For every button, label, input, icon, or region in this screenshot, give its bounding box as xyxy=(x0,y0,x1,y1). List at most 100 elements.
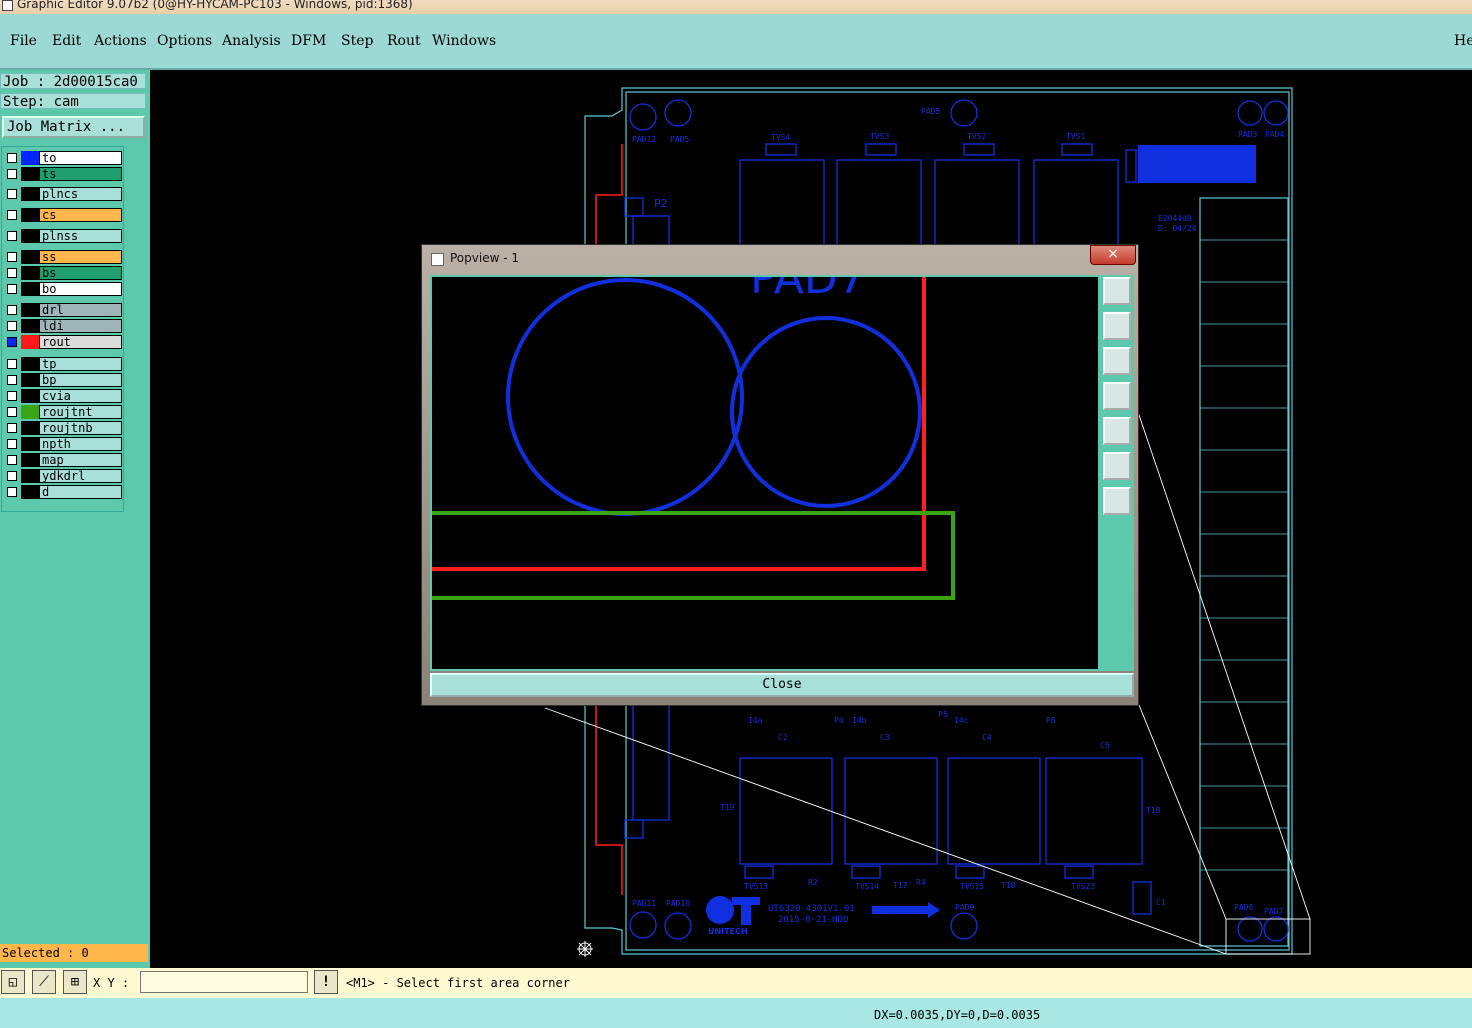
measure-icon[interactable]: ⟋ xyxy=(32,970,56,994)
layer-name[interactable]: plncs xyxy=(39,187,122,201)
layer-row-map[interactable]: map xyxy=(5,453,122,467)
layer-row-bo[interactable]: bo xyxy=(5,282,122,296)
layer-name[interactable]: roujtnt xyxy=(39,405,122,419)
layer-name[interactable]: map xyxy=(39,453,122,467)
zoom-window-button[interactable] xyxy=(1103,277,1131,305)
layer-row-ldi[interactable]: ldi xyxy=(5,319,122,333)
close-button[interactable]: Close xyxy=(430,673,1134,697)
layer-row-ydkdrl[interactable]: ydkdrl xyxy=(5,469,122,483)
layer-row-to[interactable]: to xyxy=(5,151,122,165)
layer-name[interactable]: npth xyxy=(39,437,122,451)
layer-row-cs[interactable]: cs xyxy=(5,208,122,222)
layer-color-swatch[interactable] xyxy=(21,469,39,483)
popview-canvas[interactable]: PAD7 xyxy=(430,275,1100,671)
menu-edit[interactable]: Edit xyxy=(52,33,81,49)
menu-analysis[interactable]: Analysis xyxy=(222,33,281,49)
layer-checkbox[interactable] xyxy=(7,252,17,262)
pan-right-button[interactable] xyxy=(1103,417,1131,445)
select-mode-icon[interactable]: ◱ xyxy=(1,970,25,994)
layer-row-bp[interactable]: bp xyxy=(5,373,122,387)
layer-name[interactable]: drl xyxy=(39,303,122,317)
pan-up-button[interactable] xyxy=(1103,312,1131,340)
layer-color-swatch[interactable] xyxy=(21,208,39,222)
layer-color-swatch[interactable] xyxy=(21,282,39,296)
layer-color-swatch[interactable] xyxy=(21,437,39,451)
layer-row-plncs[interactable]: plncs xyxy=(5,187,122,201)
layer-color-swatch[interactable] xyxy=(21,167,39,181)
layer-name[interactable]: d xyxy=(39,485,122,499)
layer-color-swatch[interactable] xyxy=(21,266,39,280)
layer-checkbox[interactable] xyxy=(7,359,17,369)
layer-checkbox[interactable] xyxy=(7,231,17,241)
close-x-button[interactable]: × xyxy=(1090,245,1136,265)
menu-step[interactable]: Step xyxy=(341,33,373,49)
layer-name[interactable]: tp xyxy=(39,357,122,371)
layer-row-npth[interactable]: npth xyxy=(5,437,122,451)
layer-color-swatch[interactable] xyxy=(21,373,39,387)
menu-file[interactable]: File xyxy=(10,33,37,49)
layer-checkbox[interactable] xyxy=(7,391,17,401)
layer-color-swatch[interactable] xyxy=(21,389,39,403)
layer-color-swatch[interactable] xyxy=(21,453,39,467)
layer-checkbox[interactable] xyxy=(7,284,17,294)
layer-checkbox[interactable] xyxy=(7,471,17,481)
layer-checkbox[interactable] xyxy=(7,337,17,347)
layer-checkbox[interactable] xyxy=(7,321,17,331)
layer-row-ss[interactable]: ss xyxy=(5,250,122,264)
layer-name[interactable]: rout xyxy=(39,335,122,349)
menu-rout[interactable]: Rout xyxy=(387,33,421,49)
layer-row-roujtnb[interactable]: roujtnb xyxy=(5,421,122,435)
layer-row-bs[interactable]: bs xyxy=(5,266,122,280)
layer-row-cvia[interactable]: cvia xyxy=(5,389,122,403)
layer-name[interactable]: ydkdrl xyxy=(39,469,122,483)
menu-windows[interactable]: Windows xyxy=(432,33,496,49)
layer-color-swatch[interactable] xyxy=(21,303,39,317)
job-matrix-button[interactable]: Job Matrix ... xyxy=(2,116,145,138)
layer-name[interactable]: bp xyxy=(39,373,122,387)
layer-checkbox[interactable] xyxy=(7,407,17,417)
layer-color-swatch[interactable] xyxy=(21,187,39,201)
layer-color-swatch[interactable] xyxy=(21,229,39,243)
layer-name[interactable]: bo xyxy=(39,282,122,296)
layer-checkbox[interactable] xyxy=(7,153,17,163)
layer-name[interactable]: plnss xyxy=(39,229,122,243)
menu-options[interactable]: Options xyxy=(157,33,212,49)
layer-row-d[interactable]: d xyxy=(5,485,122,499)
menu-actions[interactable]: Actions xyxy=(94,33,147,49)
menu-help[interactable]: He xyxy=(1454,33,1472,49)
layer-name[interactable]: cvia xyxy=(39,389,122,403)
layer-checkbox[interactable] xyxy=(7,439,17,449)
layer-color-swatch[interactable] xyxy=(21,405,39,419)
layer-name[interactable]: ss xyxy=(39,250,122,264)
pan-down-button[interactable] xyxy=(1103,347,1131,375)
layer-checkbox[interactable] xyxy=(7,423,17,433)
pan-left-button[interactable] xyxy=(1103,382,1131,410)
layer-row-roujtnt[interactable]: roujtnt xyxy=(5,405,122,419)
layer-name[interactable]: ldi xyxy=(39,319,122,333)
layer-row-plnss[interactable]: plnss xyxy=(5,229,122,243)
layer-color-swatch[interactable] xyxy=(21,421,39,435)
zoom-out-button[interactable] xyxy=(1103,452,1131,480)
layer-checkbox[interactable] xyxy=(7,169,17,179)
layer-checkbox[interactable] xyxy=(7,268,17,278)
grid-icon[interactable]: ⊞ xyxy=(63,970,87,994)
layer-color-swatch[interactable] xyxy=(21,357,39,371)
layer-row-drl[interactable]: drl xyxy=(5,303,122,317)
layer-checkbox[interactable] xyxy=(7,305,17,315)
layer-color-swatch[interactable] xyxy=(21,319,39,333)
layer-name[interactable]: ts xyxy=(39,167,122,181)
layer-checkbox[interactable] xyxy=(7,189,17,199)
layer-color-swatch[interactable] xyxy=(21,335,39,349)
layer-color-swatch[interactable] xyxy=(21,485,39,499)
layer-row-rout[interactable]: rout xyxy=(5,335,122,349)
xy-input[interactable] xyxy=(140,971,308,993)
zoom-in-button[interactable] xyxy=(1103,487,1131,515)
layer-color-swatch[interactable] xyxy=(21,250,39,264)
layer-row-ts[interactable]: ts xyxy=(5,167,122,181)
warning-button[interactable]: ! xyxy=(314,970,338,994)
layer-name[interactable]: bs xyxy=(39,266,122,280)
layer-checkbox[interactable] xyxy=(7,455,17,465)
layer-name[interactable]: cs xyxy=(39,208,122,222)
layer-color-swatch[interactable] xyxy=(21,151,39,165)
layer-name[interactable]: to xyxy=(39,151,122,165)
